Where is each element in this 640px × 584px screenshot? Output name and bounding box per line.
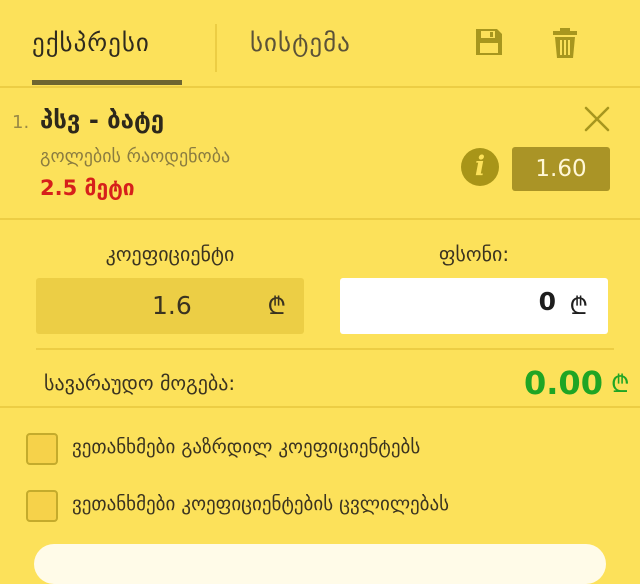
remove-bet-button[interactable] [582,104,612,134]
lari-icon: ₾ [267,292,286,320]
bet-match-name: პსვ - ბატე [40,106,165,134]
accept-odds-change-checkbox[interactable] [26,490,58,522]
winnings-divider [36,348,614,350]
bet-divider [0,218,640,220]
stake-input[interactable]: 0 ₾ [340,278,608,334]
bet-odd-badge: 1.60 [512,147,610,191]
bet-market: გოლების რაოდენობა [40,146,231,167]
trash-icon [553,28,577,58]
lari-icon: ₾ [611,370,630,398]
close-icon [584,106,610,132]
bet-index: 1. [12,112,30,133]
tab-system[interactable]: სისტემა [250,26,351,60]
betslip-tabs: ექსპრესი სისტემა [0,0,640,88]
header-divider [0,86,640,88]
info-icon[interactable]: i [461,148,499,186]
accept-increased-odds-checkbox[interactable] [26,433,58,465]
coefficient-value: 1.6 [152,291,192,320]
active-tab-indicator [32,80,182,85]
options-divider [0,406,640,408]
accept-increased-odds-label: ვეთანხმები გაზრდილ კოეფიციენტებს [72,436,421,458]
delete-all-button[interactable] [551,27,581,59]
place-bet-button[interactable] [34,544,606,584]
possible-winnings-label: სავარაუდო მოგება: [44,371,236,395]
save-icon [476,29,502,55]
stake-value: 0 [538,287,556,316]
possible-winnings-amount: 0.00 [524,364,603,402]
save-button[interactable] [474,27,504,59]
tab-separator [215,24,217,72]
coefficient-field: 1.6 ₾ [36,278,304,334]
tab-express[interactable]: ექსპრესი [32,26,182,60]
stake-label: ფსონი: [438,242,510,266]
bet-selection: 2.5 მეტი [40,176,135,200]
coefficient-label: კოეფიციენტი [105,242,235,266]
accept-odds-change-label: ვეთანხმები კოეფიციენტების ცვლილებას [72,493,450,515]
lari-icon: ₾ [569,292,588,320]
